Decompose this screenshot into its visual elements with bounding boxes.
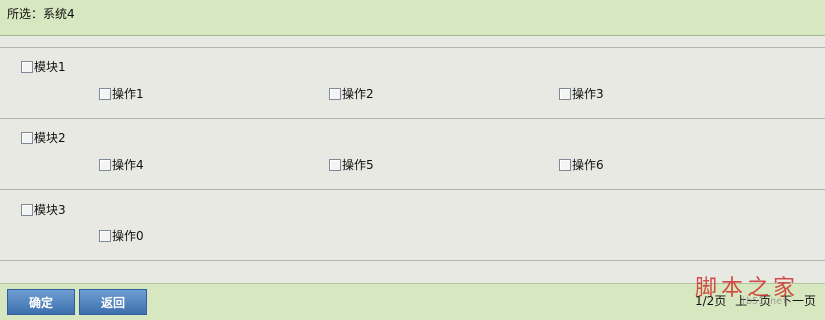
operation-checkbox-4[interactable]: 操作4 [99,158,144,172]
watermark-url: jb51.net [740,296,789,307]
operation-checkbox-3[interactable]: 操作3 [559,87,604,101]
divider [0,260,825,261]
back-button[interactable]: 返回 [79,289,147,315]
divider [0,47,825,48]
module-label: 模块1 [34,60,66,74]
checkbox-icon[interactable] [559,159,571,171]
checkbox-icon[interactable] [329,159,341,171]
module-checkbox-3[interactable]: 模块3 [21,203,66,217]
divider [0,189,825,190]
checkbox-icon[interactable] [329,88,341,100]
operation-label: 操作5 [342,158,374,172]
module-checkbox-1[interactable]: 模块1 [21,60,66,74]
operation-checkbox-5[interactable]: 操作5 [329,158,374,172]
checkbox-icon[interactable] [99,230,111,242]
selected-system-label: 所选：系统4 [7,7,75,21]
operation-label: 操作4 [112,158,144,172]
module-label: 模块2 [34,131,66,145]
selection-header: 所选：系统4 [0,0,825,36]
operation-checkbox-6[interactable]: 操作6 [559,158,604,172]
checkbox-icon[interactable] [559,88,571,100]
module-checkbox-2[interactable]: 模块2 [21,131,66,145]
operation-label: 操作3 [572,87,604,101]
operation-checkbox-2[interactable]: 操作2 [329,87,374,101]
operation-checkbox-1[interactable]: 操作1 [99,87,144,101]
checkbox-icon[interactable] [99,159,111,171]
checkbox-icon[interactable] [21,61,33,73]
operation-label: 操作1 [112,87,144,101]
operation-label: 操作2 [342,87,374,101]
checkbox-icon[interactable] [21,204,33,216]
confirm-button[interactable]: 确定 [7,289,75,315]
operation-label: 操作6 [572,158,604,172]
divider [0,118,825,119]
operation-label: 操作0 [112,229,144,243]
operation-checkbox-0[interactable]: 操作0 [99,229,144,243]
checkbox-icon[interactable] [21,132,33,144]
module-label: 模块3 [34,203,66,217]
checkbox-icon[interactable] [99,88,111,100]
